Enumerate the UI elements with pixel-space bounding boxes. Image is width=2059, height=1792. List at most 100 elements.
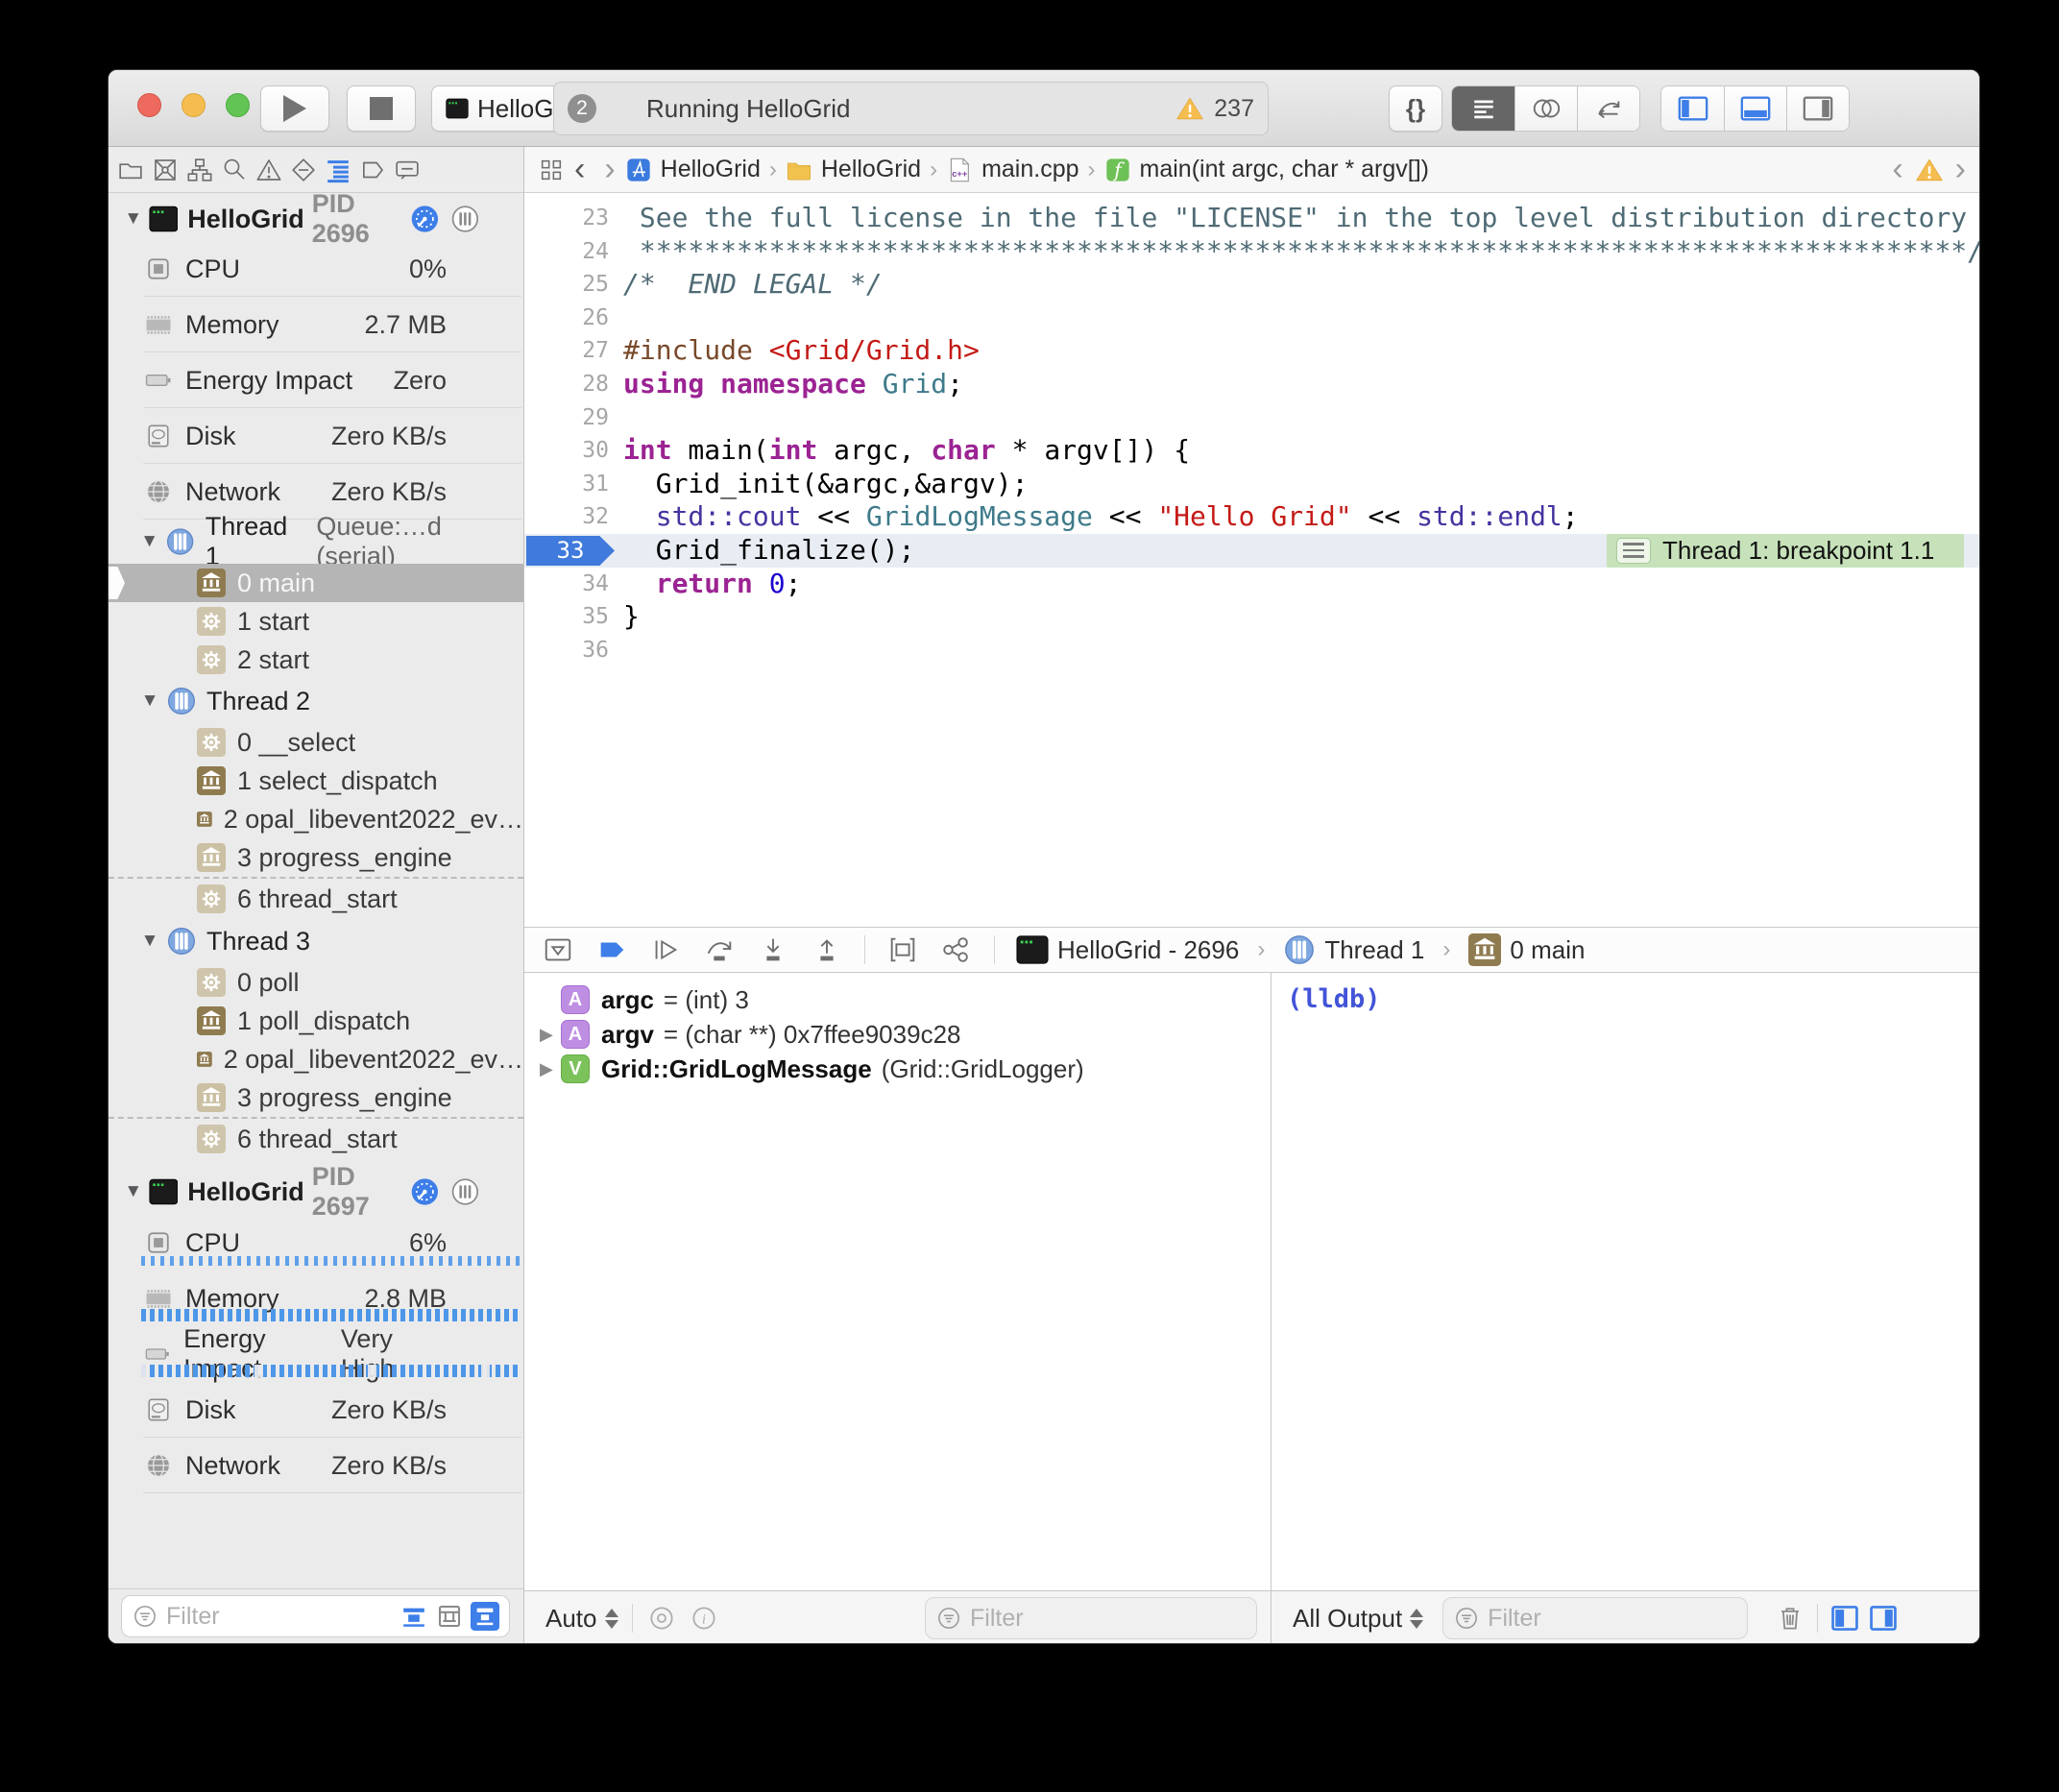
back-button[interactable]: ‹ (574, 151, 585, 188)
line-number[interactable]: 32 (524, 500, 609, 534)
navigator-tab-breakpoints-icon[interactable] (358, 156, 387, 184)
thread-row[interactable]: ▼Thread 1Queue:…d (serial) (109, 520, 523, 564)
gauge-row-cpu[interactable]: CPU0% (109, 241, 523, 297)
console-view[interactable]: (lldb) (1271, 973, 1979, 1590)
navigator-tab-symbols-icon[interactable] (185, 156, 214, 184)
toggle-inspector-button[interactable] (1786, 86, 1849, 131)
stack-frame-row[interactable]: 0 main (109, 564, 523, 602)
continue-button[interactable] (649, 933, 682, 966)
process-row[interactable]: ▼HelloGridPID 2696 (109, 197, 523, 241)
toggle-navigator-button[interactable] (1661, 86, 1724, 131)
view-hierarchy-button[interactable] (886, 933, 919, 966)
stack-frame-row[interactable]: 2 opal_libevent2022_ev… (109, 1040, 523, 1078)
next-issue-button[interactable]: › (1955, 151, 1966, 188)
stop-button[interactable] (347, 85, 416, 132)
gauge-row-memory[interactable]: Memory2.7 MB (109, 297, 523, 352)
variable-row[interactable]: Aargc= (int) 3 (524, 982, 1271, 1017)
toggle-variables-pane-icon[interactable] (1829, 1603, 1860, 1634)
breadcrumb-item[interactable]: HelloGrid (625, 156, 761, 183)
debug-context-item[interactable]: HelloGrid - 2696 (1016, 933, 1239, 966)
warning-count[interactable]: 237 (1214, 95, 1254, 123)
gauge-row-disk[interactable]: DiskZero KB/s (109, 408, 523, 464)
gauge-row-network[interactable]: NetworkZero KB/s (109, 1438, 523, 1493)
stack-frame-row[interactable]: 3 progress_engine (109, 1078, 523, 1117)
gauge-row-energy-impact[interactable]: Energy ImpactZero (109, 352, 523, 408)
breakpoint-annotation[interactable]: Thread 1: breakpoint 1.1 (1607, 534, 1964, 568)
breadcrumb-item[interactable]: c++main.cpp (946, 156, 1078, 183)
line-number[interactable]: 27 (524, 334, 609, 368)
stack-frame-row[interactable]: 3 progress_engine (109, 838, 523, 877)
variables-view[interactable]: Aargc= (int) 3▶Aargv= (char **) 0x7ffee9… (524, 973, 1271, 1590)
breakpoints-enabled-button[interactable] (595, 933, 628, 966)
zoom-window-button[interactable] (226, 93, 250, 117)
version-editor-button[interactable] (1577, 86, 1639, 131)
variables-scope-dropdown[interactable]: Auto (545, 1604, 597, 1634)
debug-context-item[interactable]: 0 main (1468, 933, 1585, 966)
navigator-tab-project-icon[interactable] (116, 156, 145, 184)
run-button[interactable] (260, 85, 329, 132)
toggle-console-pane-icon[interactable] (1868, 1603, 1899, 1634)
variables-filter-field[interactable]: Filter (925, 1597, 1257, 1639)
disclosure-triangle-icon[interactable]: ▼ (122, 208, 145, 230)
thread-row[interactable]: ▼Thread 3 (109, 919, 523, 963)
line-number[interactable]: 29 (524, 401, 609, 435)
forward-button[interactable]: › (604, 151, 615, 188)
navigator-tab-find-icon[interactable] (220, 156, 249, 184)
disclosure-triangle-icon[interactable]: ▶ (540, 1059, 561, 1079)
disclosure-triangle-icon[interactable]: ▼ (137, 931, 162, 952)
line-number[interactable]: 34 (524, 568, 609, 601)
assistant-editor-button[interactable] (1514, 86, 1577, 131)
debug-context-item[interactable]: Thread 1 (1283, 933, 1424, 966)
navigator-tab-debug-icon[interactable] (324, 156, 352, 184)
standard-editor-button[interactable] (1452, 86, 1514, 131)
toggle-debug-area-button[interactable] (1724, 86, 1786, 131)
disclosure-triangle-icon[interactable]: ▼ (122, 1181, 145, 1202)
stack-frame-row[interactable]: 2 start (109, 641, 523, 679)
line-number[interactable]: 30 (524, 434, 609, 468)
gauge-row-cpu[interactable]: CPU6% (109, 1215, 523, 1271)
stack-frame-row[interactable]: 1 select_dispatch (109, 762, 523, 800)
navigator-tab-source-control-icon[interactable] (151, 156, 180, 184)
line-number[interactable]: 26 (524, 302, 609, 335)
warning-icon[interactable] (1915, 157, 1944, 183)
stack-frame-row[interactable]: 6 thread_start (109, 877, 523, 919)
gauge-row-energy-impact[interactable]: Energy ImpactVery High (109, 1326, 523, 1382)
interesting-only-toggle-icon[interactable] (471, 1602, 499, 1631)
minimize-window-button[interactable] (182, 93, 206, 117)
thread-row[interactable]: ▼Thread 2 (109, 679, 523, 723)
quicklook-icon[interactable] (646, 1603, 677, 1634)
activity-status[interactable]: 2 Running HelloGrid 237 (553, 82, 1269, 135)
stack-frames-toggle-icon[interactable] (435, 1602, 464, 1631)
stack-frame-row[interactable]: 2 opal_libevent2022_ev… (109, 800, 523, 838)
stack-frame-row[interactable]: 6 thread_start (109, 1117, 523, 1159)
hide-debug-area-button[interactable] (542, 933, 574, 966)
navigator-tab-reports-icon[interactable] (393, 156, 422, 184)
line-number[interactable]: 28 (524, 368, 609, 401)
clear-console-icon[interactable] (1775, 1603, 1805, 1634)
step-over-button[interactable] (703, 933, 736, 966)
line-number[interactable]: 23 (524, 202, 609, 235)
navigator-tab-issues-icon[interactable] (254, 156, 283, 184)
gauge-row-disk[interactable]: DiskZero KB/s (109, 1382, 523, 1438)
console-output-dropdown[interactable]: All Output (1293, 1604, 1402, 1634)
breadcrumb-item[interactable]: HelloGrid (786, 156, 921, 183)
console-filter-field[interactable]: Filter (1442, 1597, 1748, 1639)
step-out-button[interactable] (811, 933, 843, 966)
previous-issue-button[interactable]: ‹ (1892, 151, 1902, 188)
variable-row[interactable]: ▶VGrid::GridLogMessage(Grid::GridLogger) (524, 1052, 1271, 1086)
stack-frame-row[interactable]: 0 __select (109, 723, 523, 762)
variable-row[interactable]: ▶Aargv= (char **) 0x7ffee9039c28 (524, 1017, 1271, 1052)
stack-frame-row[interactable]: 1 start (109, 602, 523, 641)
flat-list-toggle-icon[interactable] (400, 1602, 428, 1631)
info-icon[interactable]: i (689, 1603, 719, 1634)
step-into-button[interactable] (757, 933, 789, 966)
navigator-filter-field[interactable]: Filter (121, 1595, 510, 1637)
stack-frame-row[interactable]: 1 poll_dispatch (109, 1002, 523, 1040)
navigator-tab-tests-icon[interactable] (289, 156, 318, 184)
disclosure-triangle-icon[interactable]: ▶ (540, 1025, 561, 1045)
line-number[interactable]: 31 (524, 468, 609, 501)
line-number[interactable]: 25 (524, 268, 609, 302)
gauge-row-memory[interactable]: Memory2.8 MB (109, 1271, 523, 1326)
code-snippets-button[interactable]: {} (1389, 85, 1442, 132)
source-editor[interactable]: 23 See the full license in the file "LIC… (524, 193, 1979, 927)
